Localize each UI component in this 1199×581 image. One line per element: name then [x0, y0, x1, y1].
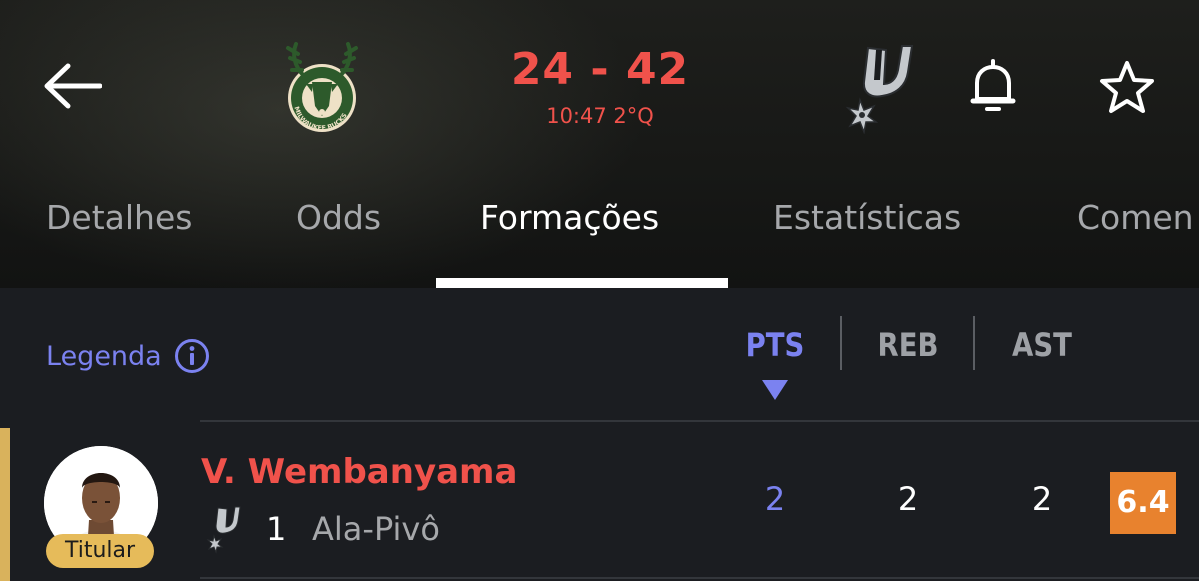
player-number: 1 [266, 510, 287, 548]
spurs-small-icon [206, 506, 241, 554]
tab-estatisticas[interactable]: Estatísticas [773, 198, 961, 237]
spurs-logo [845, 45, 914, 135]
column-divider [840, 316, 842, 370]
column-header-ast[interactable]: AST [999, 326, 1085, 364]
player-row[interactable]: Titular V. Wembanyama 1 Ala-Pivô 2 2 2 6… [0, 428, 1199, 581]
star-icon [1100, 61, 1154, 113]
player-name: V. Wembanyama [201, 452, 518, 492]
away-team-logo[interactable] [838, 40, 920, 135]
tab-formacoes[interactable]: Formações [480, 198, 659, 237]
bucks-logo: MILWAUKEE BUCKS [286, 42, 358, 132]
legend-label: Legenda [46, 340, 162, 372]
game-clock: 10:47 2°Q [546, 104, 654, 128]
lineup-panel: Legenda PTS REB AST Titular V. Wembanyam… [0, 288, 1199, 581]
info-icon [174, 339, 209, 373]
row-separator [200, 577, 1199, 579]
tab-detalhes[interactable]: Detalhes [46, 198, 192, 237]
starter-indicator [0, 428, 10, 581]
stat-ast: 2 [1031, 480, 1053, 518]
tab-bar: Detalhes Odds Formações Estatísticas Com… [0, 188, 1199, 288]
bell-icon [970, 59, 1016, 111]
game-screen: MILWAUKEE BUCKS 24 - 42 10:47 2°Q Detalh… [0, 0, 1199, 581]
legend-button[interactable]: Legenda [46, 338, 210, 374]
match-header: MILWAUKEE BUCKS 24 - 42 10:47 2°Q Detalh… [0, 0, 1199, 288]
stat-reb: 2 [897, 480, 919, 518]
favorite-button[interactable] [1094, 56, 1160, 118]
starter-badge: Titular [46, 534, 154, 568]
column-divider [973, 316, 975, 370]
player-rating: 6.4 [1110, 472, 1176, 534]
tab-odds[interactable]: Odds [296, 198, 381, 237]
home-team-logo[interactable]: MILWAUKEE BUCKS [282, 40, 362, 134]
player-position: Ala-Pivô [312, 510, 440, 548]
arrow-left-icon [44, 63, 102, 109]
tab-comentarios[interactable]: Comen [1077, 198, 1194, 237]
notifications-button[interactable] [962, 56, 1024, 118]
sort-descending-icon [762, 380, 788, 400]
back-button[interactable] [40, 56, 104, 116]
column-header-pts[interactable]: PTS [732, 326, 818, 364]
row-separator [200, 420, 1199, 422]
column-header-reb[interactable]: REB [865, 326, 951, 364]
stat-pts: 2 [764, 480, 786, 518]
active-tab-indicator [436, 278, 728, 288]
score: 24 - 42 [510, 44, 690, 95]
